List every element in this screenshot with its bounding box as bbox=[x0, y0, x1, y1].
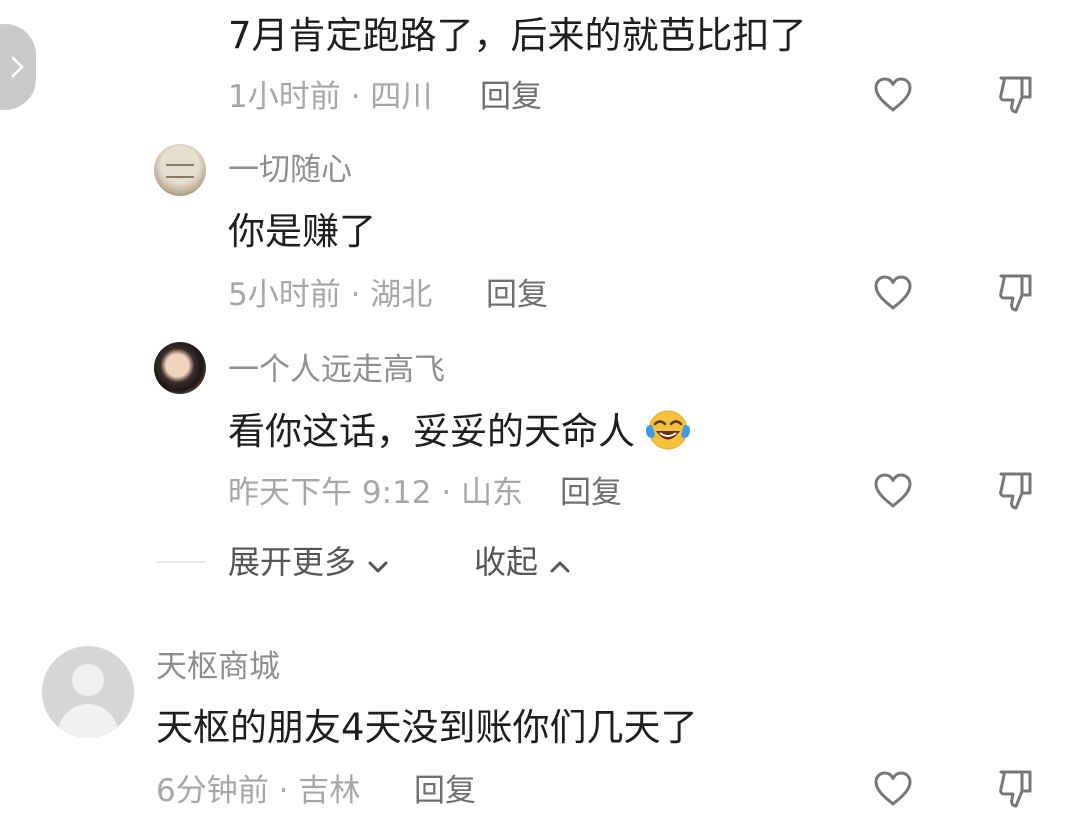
default-avatar-body bbox=[58, 704, 118, 738]
heart-icon[interactable] bbox=[872, 76, 914, 114]
divider bbox=[156, 561, 206, 563]
username[interactable]: 天枢商城 bbox=[156, 648, 280, 686]
avatar[interactable] bbox=[154, 144, 206, 196]
chevron-right-icon bbox=[10, 55, 26, 79]
comment-text-row: 看你这话，妥妥的天命人 bbox=[228, 406, 692, 456]
thumbs-down-icon[interactable] bbox=[996, 768, 1036, 810]
default-avatar-head bbox=[72, 664, 104, 696]
thumbs-down-icon[interactable] bbox=[996, 74, 1036, 116]
reply-button[interactable]: 回复 bbox=[486, 276, 548, 314]
collapse-button[interactable]: 收起 bbox=[474, 542, 571, 582]
heart-icon[interactable] bbox=[872, 472, 914, 510]
side-nav-button[interactable] bbox=[0, 24, 36, 110]
chevron-down-icon bbox=[367, 559, 389, 579]
avatar[interactable] bbox=[42, 646, 134, 738]
heart-icon[interactable] bbox=[872, 770, 914, 808]
collapse-label: 收起 bbox=[474, 543, 539, 581]
expand-more-button[interactable]: 展开更多 bbox=[228, 542, 389, 582]
comment-meta: 5小时前 · 湖北 bbox=[228, 277, 433, 313]
comment-text: 你是赚了 bbox=[228, 210, 376, 253]
reply-button[interactable]: 回复 bbox=[480, 78, 542, 116]
username[interactable]: 一个人远走高飞 bbox=[228, 351, 445, 389]
thumbs-down-icon[interactable] bbox=[996, 272, 1036, 314]
chevron-up-icon bbox=[549, 559, 571, 579]
expand-more-label: 展开更多 bbox=[228, 543, 357, 581]
heart-icon[interactable] bbox=[872, 274, 914, 312]
avatar[interactable] bbox=[154, 342, 206, 394]
comment-text: 看你这话，妥妥的天命人 bbox=[228, 410, 635, 453]
reply-button[interactable]: 回复 bbox=[560, 474, 622, 512]
reply-button[interactable]: 回复 bbox=[414, 772, 476, 810]
username[interactable]: 一切随心 bbox=[228, 151, 352, 189]
comment-meta: 6分钟前 · 吉林 bbox=[156, 773, 361, 809]
laughing-crying-emoji bbox=[644, 406, 692, 458]
comment-meta: 1小时前 · 四川 bbox=[228, 79, 433, 115]
comment-text: 7月肯定跑路了，后来的就芭比扣了 bbox=[228, 14, 807, 57]
comment-meta: 昨天下午 9:12 · 山东 bbox=[228, 475, 524, 511]
comment-text: 天枢的朋友4天没到账你们几天了 bbox=[156, 706, 698, 749]
thumbs-down-icon[interactable] bbox=[996, 470, 1036, 512]
